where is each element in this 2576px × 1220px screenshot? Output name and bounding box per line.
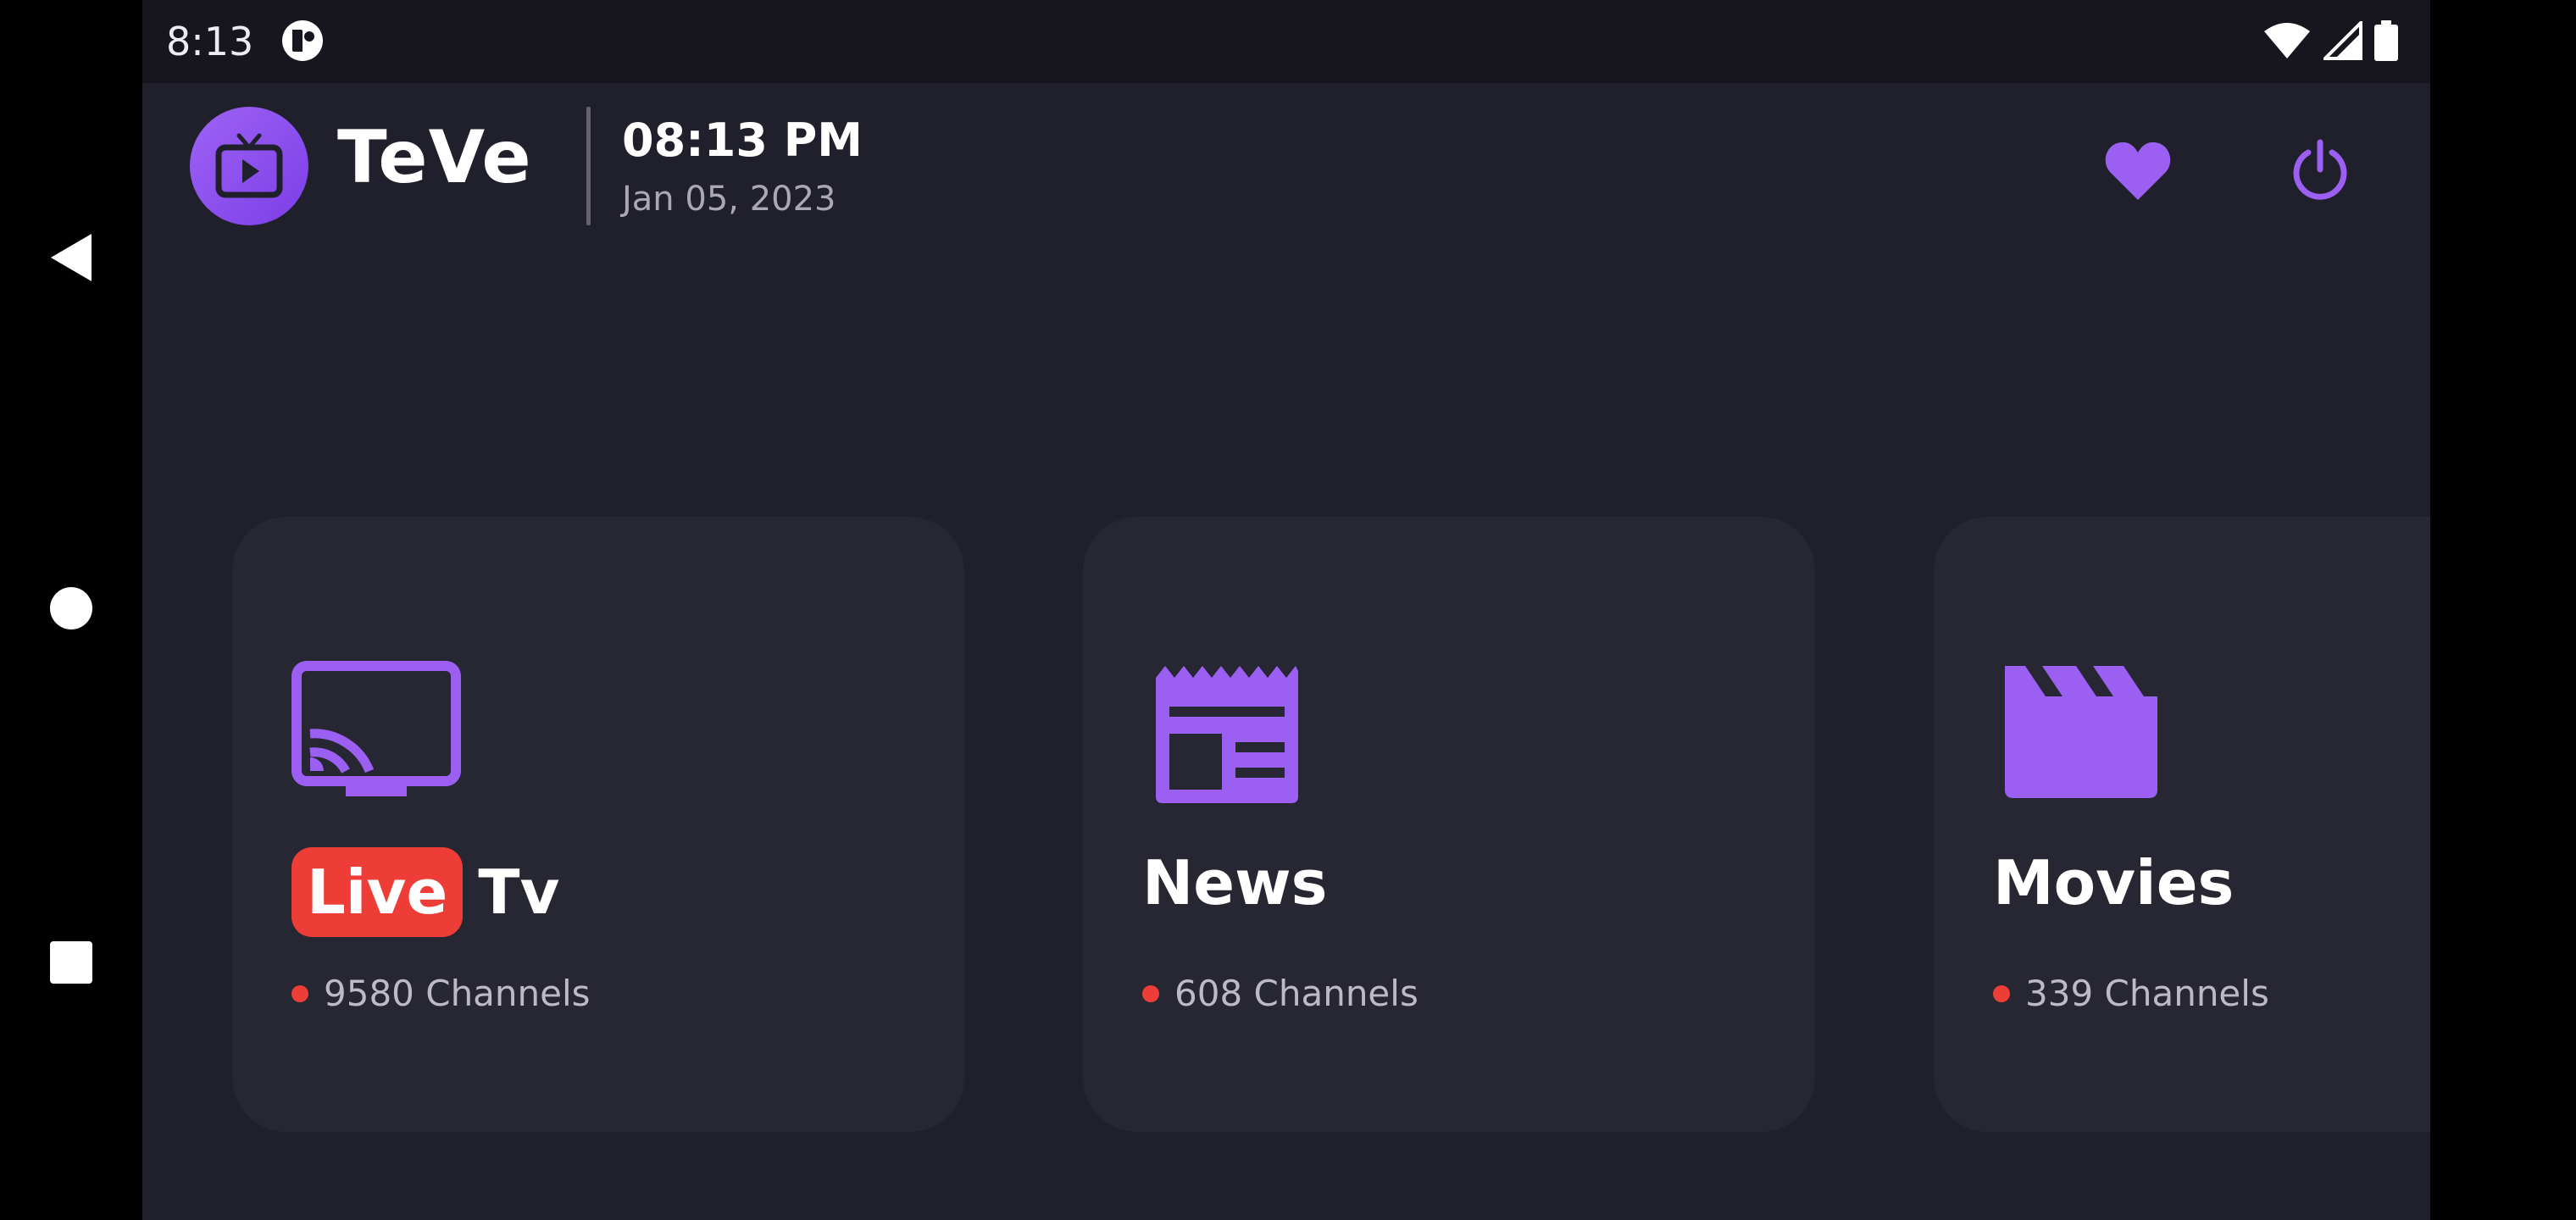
category-card-movies[interactable]: Movies 339 Channels — [1934, 517, 2430, 1132]
card-title: Live Tv — [291, 847, 559, 937]
cast-tv-icon — [291, 661, 461, 796]
status-dot — [1142, 984, 1159, 1002]
app-logo — [190, 107, 308, 225]
header-divider — [586, 107, 591, 225]
status-time: 8:13 — [166, 19, 254, 64]
channel-count-text: 9580 Channels — [324, 973, 591, 1014]
clock-time: 08:13 PM — [622, 114, 863, 167]
category-card-live-tv[interactable]: Live Tv 9580 Channels — [232, 517, 964, 1132]
right-blank-strip — [2430, 0, 2576, 1220]
power-icon — [2293, 139, 2347, 200]
power-button[interactable] — [2278, 129, 2362, 214]
status-dot — [291, 984, 308, 1002]
navigation-bar — [0, 0, 142, 1220]
back-button[interactable] — [46, 230, 97, 285]
channel-count: 339 Channels — [1993, 973, 2269, 1014]
live-badge: Live — [291, 847, 464, 937]
card-title-text: Tv — [478, 857, 560, 928]
wifi-icon — [2264, 23, 2310, 58]
card-title-text: Movies — [1993, 847, 2235, 918]
clock-date: Jan 05, 2023 — [622, 180, 836, 219]
status-dot — [1993, 984, 2010, 1002]
heart-icon — [2105, 141, 2171, 200]
tv-play-icon — [215, 133, 283, 198]
app-screen: 8:13 TeVe 08:13 PM Jan 05, 2023 Live Tv … — [142, 0, 2430, 1220]
channel-count: 608 Channels — [1142, 973, 1418, 1014]
app-notification-icon — [282, 20, 323, 61]
channel-count-text: 339 Channels — [2025, 973, 2269, 1014]
battery-icon — [2374, 20, 2398, 61]
card-title: News — [1142, 847, 1327, 918]
clapperboard-icon — [2005, 666, 2157, 798]
channel-count: 9580 Channels — [291, 973, 591, 1014]
favorites-button[interactable] — [2091, 129, 2185, 214]
status-bar: 8:13 — [142, 0, 2430, 83]
recents-button[interactable] — [47, 939, 95, 986]
newspaper-icon — [1156, 666, 1298, 803]
recents-icon — [50, 941, 92, 984]
home-button[interactable] — [47, 585, 95, 632]
card-title-text: News — [1142, 847, 1328, 918]
category-card-news[interactable]: News 608 Channels — [1083, 517, 1815, 1132]
home-icon — [50, 587, 92, 629]
channel-count-text: 608 Channels — [1174, 973, 1418, 1014]
card-title: Movies — [1993, 847, 2234, 918]
status-icons — [2262, 20, 2398, 61]
app-name: TeVe — [337, 115, 532, 200]
cell-signal-icon — [2323, 21, 2362, 60]
back-icon — [51, 234, 92, 281]
